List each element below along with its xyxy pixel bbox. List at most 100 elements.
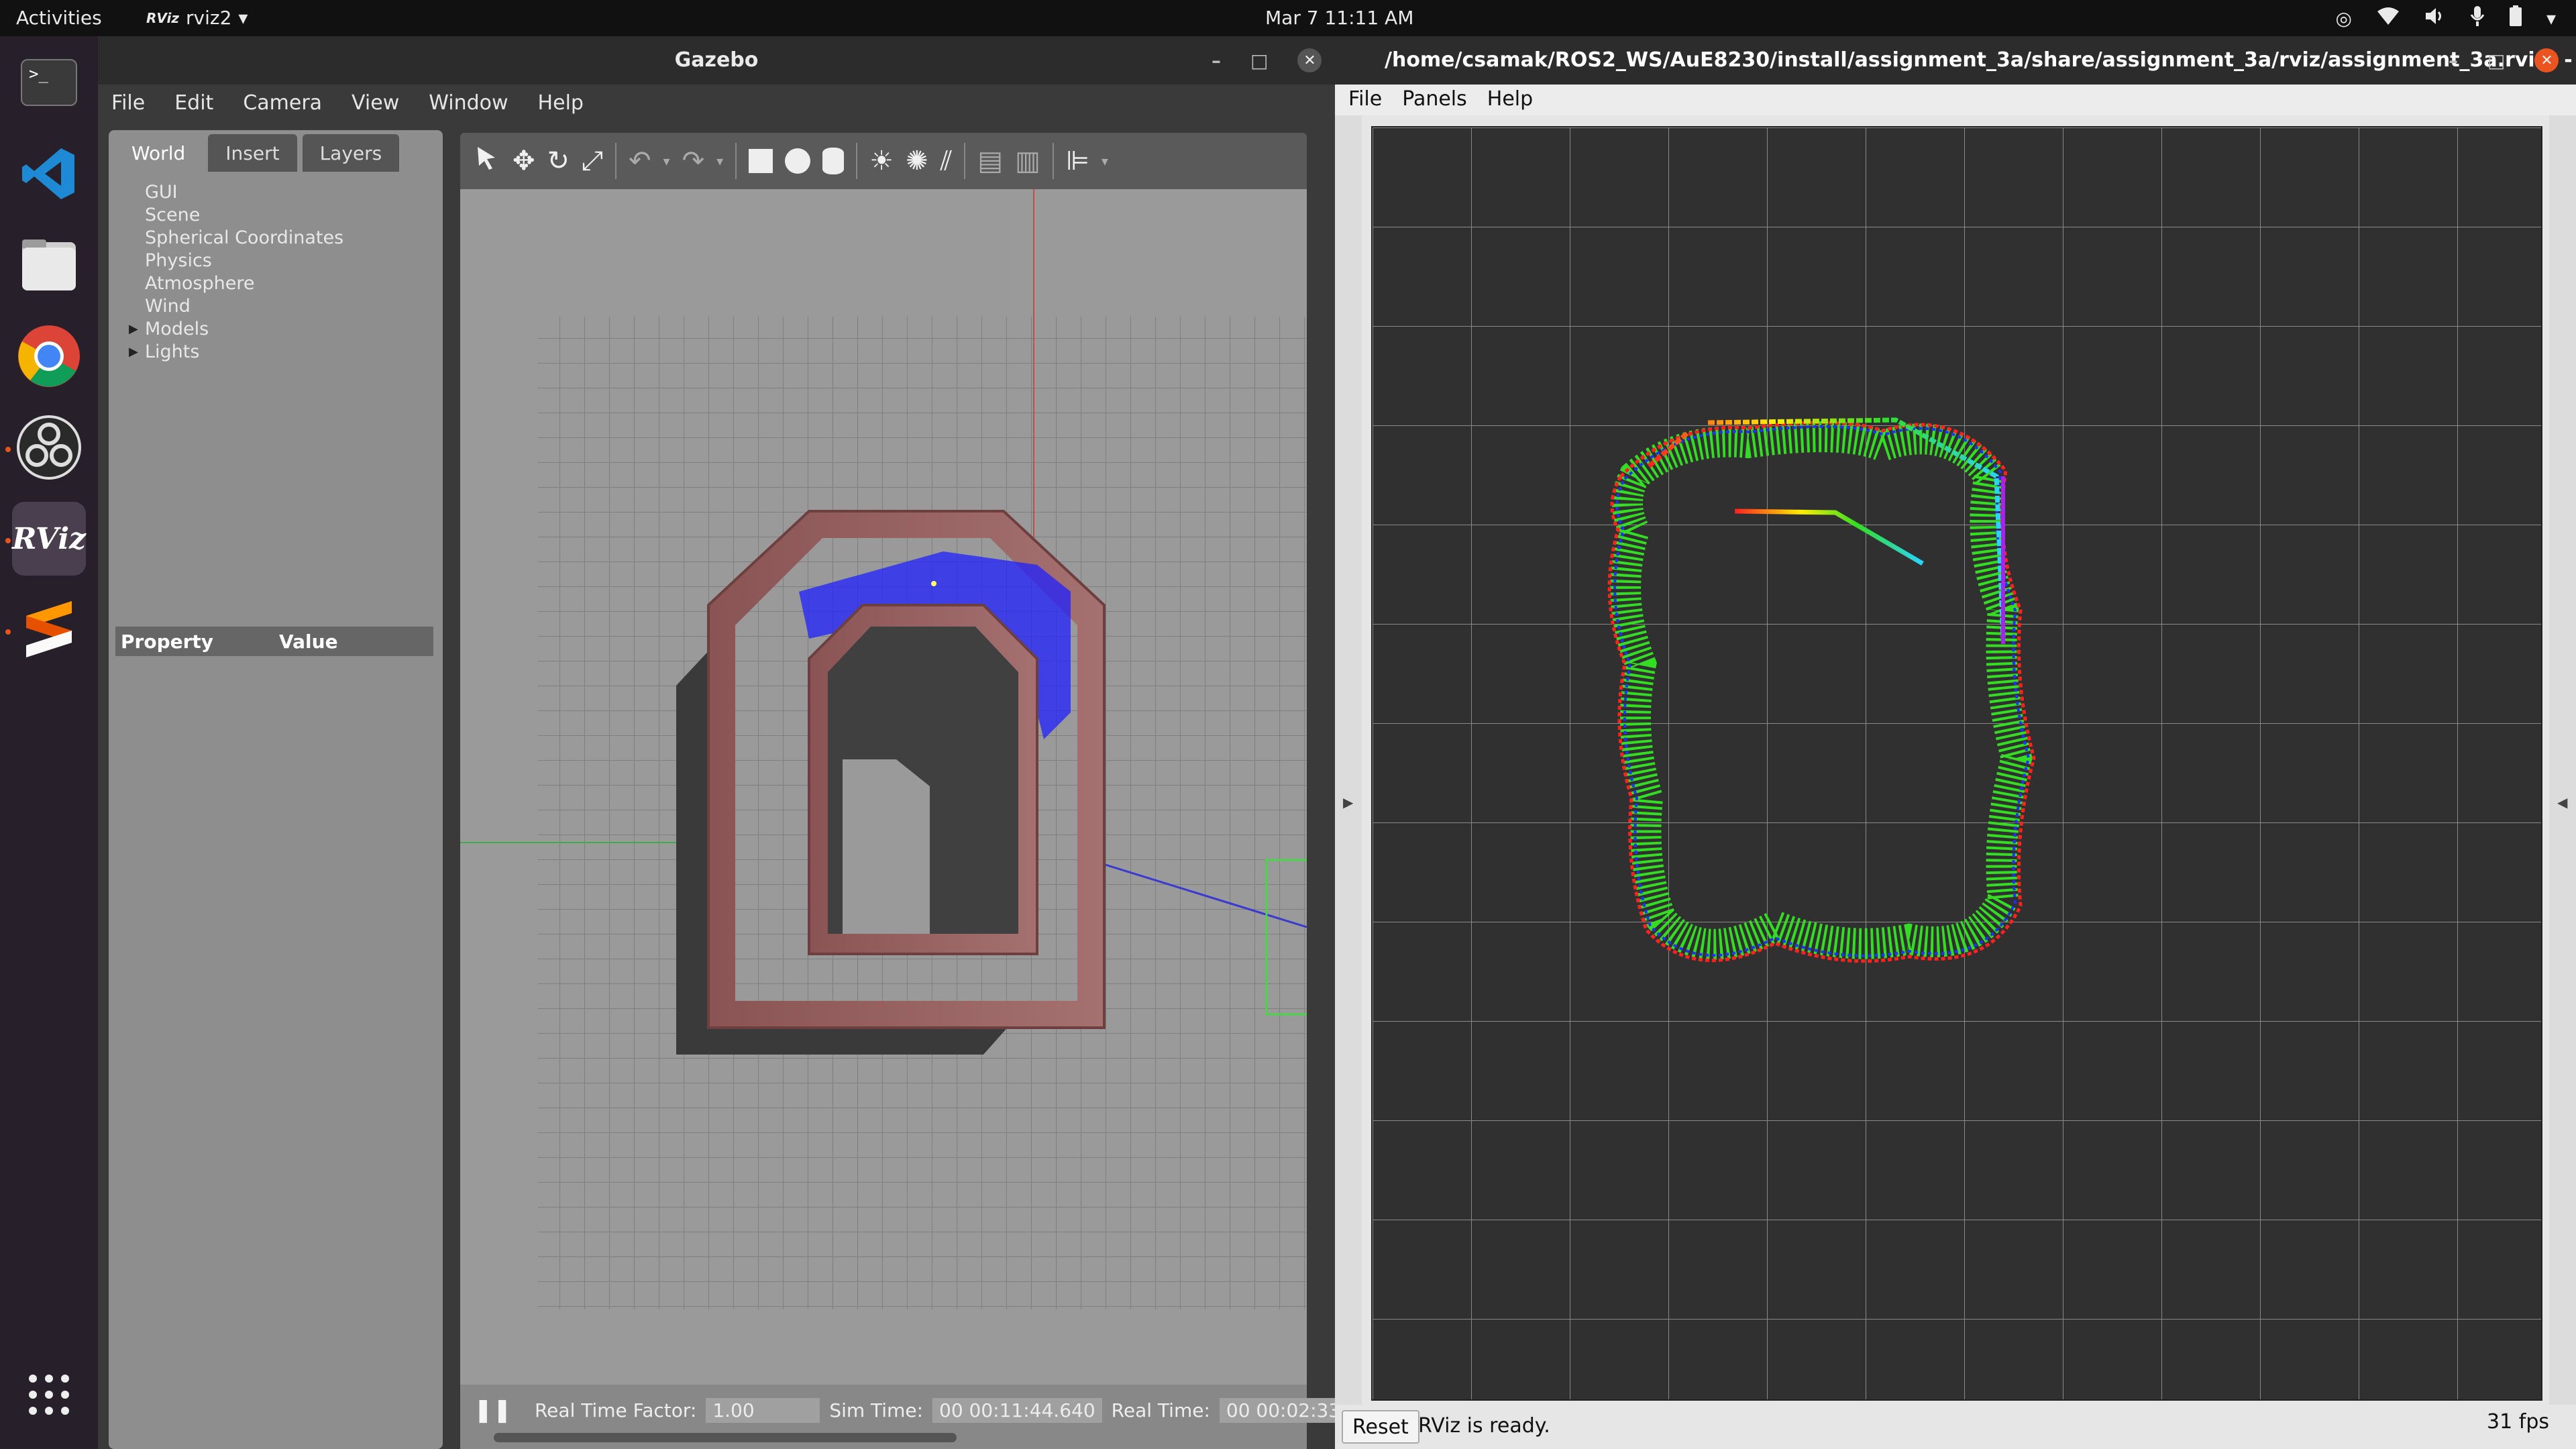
inner-floor [843,759,930,934]
copy-icon[interactable]: ▤ [977,146,1003,176]
gazebo-window-controls: – □ ✕ [1212,48,1322,72]
gazebo-3d-viewport[interactable] [460,189,1307,1385]
ubuntu-logo-icon[interactable]: ◎ [2336,7,2352,30]
chevron-down-icon[interactable]: ▾ [663,153,670,169]
rotate-icon[interactable]: ↻ [547,146,570,176]
chevron-down-icon[interactable]: ▾ [716,153,723,169]
menu-file[interactable]: File [1348,87,1382,115]
menu-window[interactable]: Window [429,91,508,122]
cylinder-shape-icon[interactable] [822,148,845,174]
tree-item-physics[interactable]: Physics [129,250,343,272]
property-column-header: Property [121,630,214,653]
spot-light-icon[interactable]: ✺ [906,146,928,176]
gazebo-scene [460,189,1307,1385]
toolbar-separator [1052,143,1054,179]
tree-item-lights[interactable]: Lights [129,341,343,364]
minimize-button[interactable]: – [1212,50,1221,72]
minimize-button[interactable]: – [2449,50,2458,72]
gazebo-title: Gazebo [674,48,759,72]
toolbar-separator [615,143,617,179]
maximize-button[interactable]: □ [2487,50,2505,72]
gazebo-statusbar: ❚❚ Real Time Factor: 1.00 Sim Time: 00 0… [460,1385,1377,1449]
dock-sublime[interactable] [12,593,86,667]
chevron-down-icon[interactable]: ▾ [1102,153,1108,169]
vscode-icon [22,148,74,199]
menu-file[interactable]: File [111,91,145,122]
app-menu-label: rviz2 [186,7,232,29]
select-arrow-icon[interactable] [474,144,500,178]
close-button[interactable]: ✕ [2534,48,2559,72]
clock[interactable]: Mar 7 11:11 AM [1265,7,1413,29]
redo-icon[interactable]: ↷ [682,146,705,176]
dock: >_ RViz [0,36,98,1449]
gazebo-toolbar: ✥ ↻ ⤢ ↶ ▾ ↷ ▾ ☀ ✺ ⫽ ▤ ▥ ⊫ ▾ [460,133,1307,189]
menu-edit[interactable]: Edit [174,91,213,122]
gazebo-tabs: World Insert Layers [109,130,405,176]
status-message: RViz is ready. [1418,1414,1550,1438]
directional-light-icon[interactable]: ⫽ [941,146,953,176]
expand-left-icon[interactable]: ▶ [1343,794,1353,810]
dock-obs[interactable] [12,411,86,484]
rviz-titlebar[interactable]: /home/csamak/ROS2_WS/AuE8230/install/ass… [1335,36,2576,85]
tree-item-spherical-coordinates[interactable]: Spherical Coordinates [129,227,343,250]
chevron-down-icon: ▾ [238,7,248,29]
dock-terminal[interactable]: >_ [12,46,86,119]
pause-icon[interactable]: ❚❚ [474,1397,512,1424]
dock-vscode[interactable] [12,137,86,211]
tab-world[interactable]: World [114,134,203,172]
volume-icon [2424,6,2446,31]
tree-item-gui[interactable]: GUI [129,181,343,204]
chevron-down-icon[interactable]: ▾ [2546,7,2556,30]
maximize-button[interactable]: □ [1250,50,1268,72]
sphere-shape-icon[interactable] [785,148,811,174]
paste-icon[interactable]: ▥ [1015,146,1040,176]
activities-button[interactable]: Activities [16,7,102,29]
close-button[interactable]: ✕ [1297,48,1322,72]
top-bar: Activities RViz rviz2 ▾ Mar 7 11:11 AM ◎… [0,0,2576,36]
translate-icon[interactable]: ✥ [513,146,535,176]
value-column-header: Value [279,630,338,653]
point-light-icon[interactable]: ☀ [869,146,894,176]
right-dock-collapse[interactable]: ◀ [2549,115,2576,1434]
dock-chrome[interactable] [12,319,86,393]
rviz-window: /home/csamak/ROS2_WS/AuE8230/install/ass… [1335,36,2576,1449]
rviz-window-controls: – □ ✕ [2449,48,2559,72]
menu-camera[interactable]: Camera [243,91,322,122]
files-icon [22,239,76,290]
menu-panels[interactable]: Panels [1402,87,1467,115]
fps-counter: 31 fps [2487,1410,2549,1434]
tab-layers[interactable]: Layers [302,134,400,172]
sim-time-value: 00 00:11:44.640 [932,1397,1102,1423]
horizontal-scrollbar[interactable] [494,1433,957,1442]
tab-insert[interactable]: Insert [208,134,297,172]
system-tray[interactable]: ◎ ▾ [2336,5,2556,32]
left-dock-collapse[interactable]: ▶ [1335,115,1362,1434]
running-indicator [5,447,11,452]
box-shape-icon[interactable] [749,149,773,173]
app-menu[interactable]: RViz rviz2 ▾ [146,7,248,29]
tree-item-atmosphere[interactable]: Atmosphere [129,272,343,295]
expand-right-icon[interactable]: ◀ [2557,794,2567,810]
undo-icon[interactable]: ↶ [629,146,651,176]
align-icon[interactable]: ⊫ [1066,146,1089,176]
menu-help[interactable]: Help [538,91,584,122]
reset-button[interactable]: Reset [1342,1410,1419,1444]
gazebo-menubar: File Edit Camera View Window Help [98,85,1335,122]
dock-rviz[interactable]: RViz [12,502,86,576]
rviz-menubar: File Panels Help [1335,85,2576,115]
tree-item-wind[interactable]: Wind [129,295,343,318]
tree-item-models[interactable]: Models [129,318,343,341]
menu-view[interactable]: View [352,91,399,122]
tree-item-scene[interactable]: Scene [129,204,343,227]
menu-help[interactable]: Help [1487,87,1533,115]
gazebo-titlebar[interactable]: Gazebo – □ ✕ [98,36,1335,85]
rviz-icon: RViz [11,521,87,556]
show-applications-button[interactable] [12,1358,86,1432]
dock-files[interactable] [12,228,86,302]
world-tree: GUI Scene Spherical Coordinates Physics … [129,181,343,364]
rviz-scene [1373,127,2541,1399]
rviz-3d-view[interactable] [1371,126,2542,1401]
chrome-icon [18,325,80,387]
terminal-icon: >_ [21,59,77,106]
scale-icon[interactable]: ⤢ [582,146,603,176]
